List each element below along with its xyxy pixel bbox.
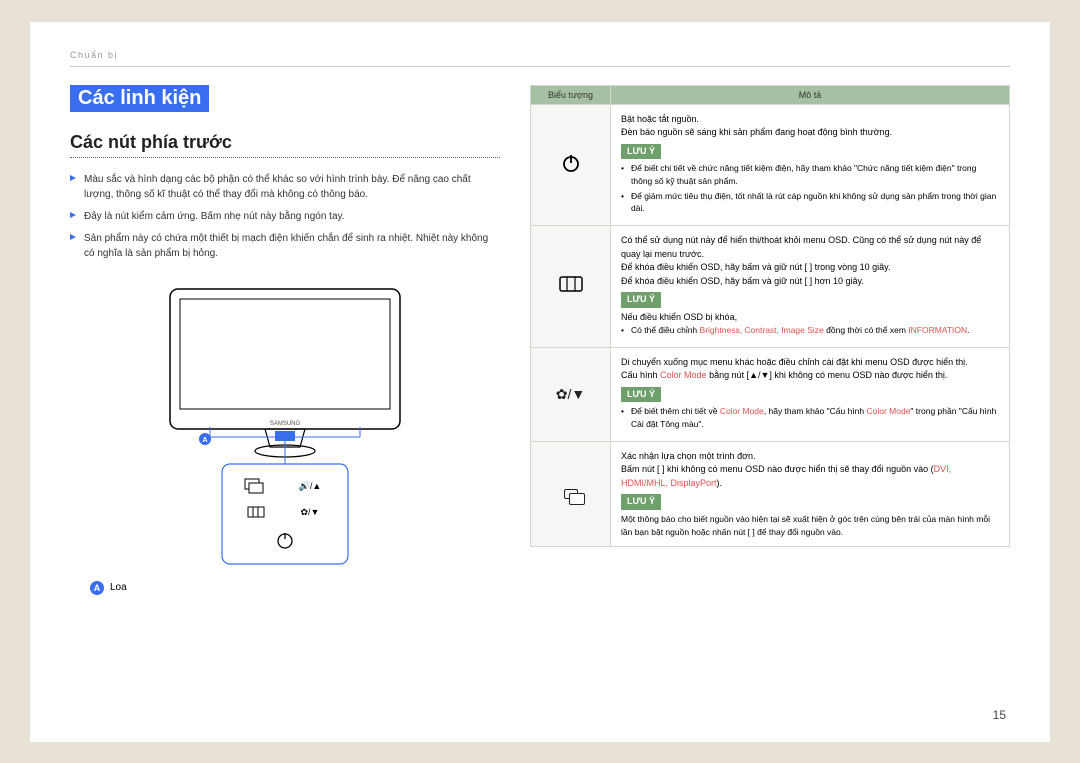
svg-text:✿/▼: ✿/▼	[301, 507, 320, 517]
updown-icon-cell: ✿/▼	[531, 347, 611, 441]
power-icon	[560, 152, 582, 174]
power-icon-cell	[531, 104, 611, 226]
table-row: Bật hoặc tắt nguồn. Đèn báo nguồn sẽ sán…	[531, 104, 1010, 226]
legend-badge-a: A	[90, 581, 104, 595]
source-desc: Xác nhận lựa chọn một trình đơn. Bấm nút…	[611, 441, 1010, 547]
power-desc: Bật hoặc tắt nguồn. Đèn báo nguồn sẽ sán…	[611, 104, 1010, 226]
note-label: LƯU Ý	[621, 292, 661, 308]
table-row: ✿/▼ Di chuyển xuống mục menu khác hoặc đ…	[531, 347, 1010, 441]
th-desc: Mô tả	[611, 85, 1010, 104]
intro-bullet: Sản phẩm này có chứa một thiết bị mạch đ…	[70, 231, 500, 261]
page-number: 15	[993, 708, 1006, 722]
legend-label: Loa	[110, 582, 127, 593]
updown-desc: Di chuyển xuống mục menu khác hoặc điều …	[611, 347, 1010, 441]
source-icon-cell	[531, 441, 611, 547]
svg-text:A: A	[202, 437, 207, 444]
note-label: LƯU Ý	[621, 494, 661, 510]
menu-icon-cell	[531, 226, 611, 348]
note-label: LƯU Ý	[621, 144, 661, 160]
menu-icon	[559, 276, 583, 292]
heading-components: Các linh kiện	[70, 85, 209, 112]
monitor-diagram: SAMSUNG A	[70, 279, 500, 595]
breadcrumb: Chuẩn bị	[70, 50, 1010, 60]
svg-text:SAMSUNG: SAMSUNG	[270, 421, 301, 427]
intro-bullet-list: Màu sắc và hình dạng các bộ phận có thể …	[70, 172, 500, 261]
monitor-illustration: SAMSUNG A	[150, 279, 420, 569]
left-column: Các linh kiện Các nút phía trước Màu sắc…	[70, 85, 500, 595]
intro-bullet: Màu sắc và hình dạng các bộ phận có thể …	[70, 172, 500, 202]
diagram-legend: A Loa	[90, 581, 480, 595]
th-icon: Biểu tượng	[531, 85, 611, 104]
updown-icon: ✿/▼	[556, 386, 585, 402]
source-icon	[564, 489, 578, 499]
divider	[70, 66, 1010, 67]
manual-page: Chuẩn bị Các linh kiện Các nút phía trướ…	[30, 22, 1050, 742]
table-row: Có thể sử dụng nút này để hiển thị/thoát…	[531, 226, 1010, 348]
table-row: Xác nhận lựa chọn một trình đơn. Bấm nút…	[531, 441, 1010, 547]
svg-text:🔊/▲: 🔊/▲	[299, 480, 322, 492]
icon-table: Biểu tượng Mô tả Bật	[530, 85, 1010, 548]
menu-desc: Có thể sử dụng nút này để hiển thị/thoát…	[611, 226, 1010, 348]
intro-bullet: Đây là nút kiểm cảm ứng. Bấm nhẹ nút này…	[70, 209, 500, 224]
note-label: LƯU Ý	[621, 387, 661, 403]
heading-front-buttons: Các nút phía trước	[70, 132, 500, 158]
right-column: Biểu tượng Mô tả Bật	[530, 85, 1010, 595]
